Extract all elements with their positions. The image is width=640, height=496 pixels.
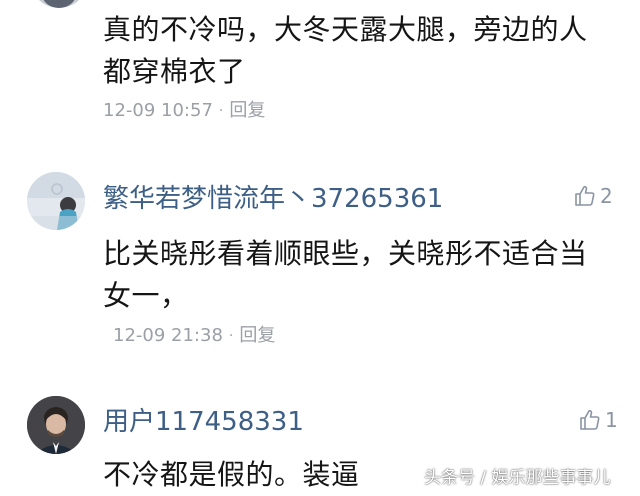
comment-username[interactable]: 繁华若梦惜流年丶37265361 bbox=[103, 183, 443, 215]
comment-username[interactable]: 用户117458331 bbox=[103, 406, 304, 438]
thumbs-up-icon bbox=[575, 185, 595, 206]
comment-text: 真的不冷吗，大冬天露大腿，旁边的人 都穿棉衣了 bbox=[103, 9, 588, 93]
comment-time: 12-09 10:57 bbox=[103, 100, 213, 121]
thumbs-up-icon bbox=[580, 409, 600, 430]
watermark: 头条号 / 娱乐那些事事儿 bbox=[424, 468, 611, 488]
avatar[interactable] bbox=[27, 396, 85, 454]
comment-text: 不冷都是假的。装逼 bbox=[103, 454, 360, 496]
comment-text-line: 都穿棉衣了 bbox=[103, 55, 246, 88]
comment-text-line: 女一， bbox=[103, 279, 189, 312]
reply-button[interactable]: 回复 bbox=[239, 325, 275, 347]
meta-separator: · bbox=[218, 103, 224, 119]
comment-text-line: 真的不冷吗，大冬天露大腿，旁边的人 bbox=[103, 13, 588, 46]
avatar[interactable] bbox=[27, 172, 85, 230]
comment-time: 12-09 21:38 bbox=[113, 325, 223, 346]
like-count: 2 bbox=[600, 184, 613, 208]
meta-separator: · bbox=[228, 328, 234, 344]
comment-text-line: 不冷都是假的。装逼 bbox=[103, 458, 360, 491]
comment-meta: 12-09 10:57 · 回复 bbox=[103, 100, 265, 122]
like-button[interactable]: 1 bbox=[578, 408, 618, 432]
avatar[interactable] bbox=[30, 0, 88, 8]
comment-text: 比关晓彤看着顺眼些，关晓彤不适合当 女一， bbox=[103, 233, 588, 317]
comment-meta: 12-09 21:38 · 回复 bbox=[113, 325, 275, 347]
reply-button[interactable]: 回复 bbox=[229, 100, 265, 122]
like-button[interactable]: 2 bbox=[573, 184, 613, 208]
like-count: 1 bbox=[605, 408, 618, 432]
avatar-image bbox=[27, 172, 85, 230]
comment-text-line: 比关晓彤看着顺眼些，关晓彤不适合当 bbox=[103, 237, 588, 270]
avatar-image bbox=[27, 396, 85, 454]
